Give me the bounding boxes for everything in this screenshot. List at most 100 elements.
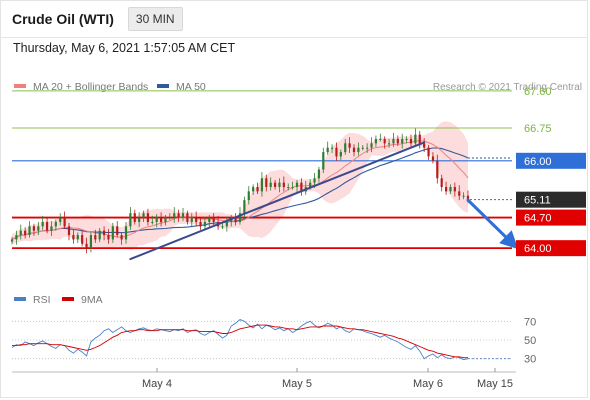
candle-body (436, 160, 439, 179)
candle-body (10, 239, 14, 242)
candle-body (129, 213, 132, 227)
candle-body (431, 156, 435, 161)
candle-body (138, 217, 141, 222)
forecast-arrow (466, 198, 519, 250)
candle-body (199, 221, 202, 227)
candle-body (24, 230, 27, 236)
rsi-legend-label: RSI (33, 294, 51, 306)
candle-body (107, 235, 110, 240)
candle-body (256, 187, 259, 192)
support-label: 64.70 (524, 213, 552, 225)
x-tick-label: May 15 (477, 378, 513, 390)
resistance-label: 66.75 (524, 123, 552, 135)
x-tick-label: May 5 (282, 378, 312, 390)
candle-body (361, 147, 364, 149)
candle-body (287, 187, 290, 189)
candle-body (85, 243, 88, 249)
legend-swatch (157, 84, 169, 88)
candle-body (392, 138, 395, 144)
rsi-tick-label: 50 (524, 335, 536, 347)
legend-swatch (14, 84, 26, 88)
candle-body (458, 191, 461, 196)
candle-body (295, 182, 299, 188)
bollinger-band (12, 121, 468, 251)
pivot-label: 66.00 (524, 156, 552, 168)
candle-body (427, 147, 430, 157)
rsi-legend-label: 9MA (81, 294, 103, 306)
price-tags: 67.60 66.75 66.00 65.11 64.70 64.00 (516, 86, 586, 257)
candle-body (252, 187, 255, 192)
x-axis: May 4 May 5 May 6 May 15 (12, 368, 516, 390)
last-price-label: 65.11 (524, 195, 551, 207)
rsi-line (11, 318, 469, 361)
x-tick-label: May 4 (142, 378, 172, 390)
candle-body (155, 217, 158, 222)
candle-body (418, 134, 421, 144)
candle-body (379, 138, 382, 140)
candle-body (243, 200, 246, 214)
candle-body (159, 217, 163, 222)
bollinger-band-area (12, 121, 468, 251)
candle-body (383, 138, 386, 144)
rsi-panel: 70 50 30 (11, 316, 536, 366)
candle-body (401, 138, 404, 144)
candle-body (59, 217, 62, 222)
candle-body (54, 221, 57, 227)
candle-body (269, 182, 272, 188)
candle-body (322, 152, 325, 170)
candle-body (405, 138, 408, 140)
candle-body (444, 187, 448, 192)
candle-body (164, 217, 167, 222)
candle-body (94, 235, 97, 240)
candle-body (63, 217, 66, 227)
candle-body (374, 138, 378, 144)
candle-body (225, 221, 228, 227)
candle-body (330, 147, 334, 149)
candle-body (41, 221, 44, 227)
candle-body (247, 191, 250, 201)
candle-body (168, 217, 171, 219)
candle-body (221, 226, 224, 228)
candle-body (120, 235, 123, 240)
candle-body (203, 221, 207, 227)
candle-body (278, 182, 281, 188)
candle-body (102, 230, 106, 236)
candle-body (212, 217, 215, 222)
candle-body (76, 235, 79, 240)
candle-body (81, 235, 84, 244)
candle-body (142, 213, 145, 218)
candle-body (326, 147, 329, 153)
candle-body (291, 187, 294, 189)
uptrend-line (129, 141, 426, 261)
candle-body (195, 217, 198, 222)
candle-body (116, 226, 119, 236)
candle-body (396, 138, 399, 144)
candle-body (344, 143, 347, 153)
candle-body (387, 143, 391, 145)
candle-body (32, 226, 36, 231)
candle-body (89, 235, 93, 249)
candle-body (173, 213, 176, 218)
candle-body (335, 147, 338, 157)
resistance-label: 67.60 (524, 86, 552, 98)
candle-body (273, 182, 277, 188)
rsi-tick-label: 30 (524, 354, 536, 366)
candle-body (265, 178, 268, 188)
candle-body (190, 217, 193, 222)
candle-body (339, 152, 342, 157)
candle-body (313, 178, 316, 183)
rsi-tick-label: 70 (524, 316, 536, 328)
candle-body (124, 226, 128, 240)
candle-body (111, 226, 114, 240)
rsi-ma9-line (12, 324, 468, 359)
price-chart: MA 20 + Bollinger Bands MA 50 Research © … (10, 81, 586, 390)
rsi-legend: RSI 9MA (14, 294, 103, 306)
candle-body (366, 147, 369, 149)
candle-body (146, 213, 150, 222)
candle-body (423, 143, 426, 148)
candle-body (260, 178, 264, 192)
candle-body (409, 138, 413, 144)
candle-body (50, 226, 53, 231)
candle-body (15, 235, 18, 240)
rsi-legend-swatch (14, 297, 26, 301)
